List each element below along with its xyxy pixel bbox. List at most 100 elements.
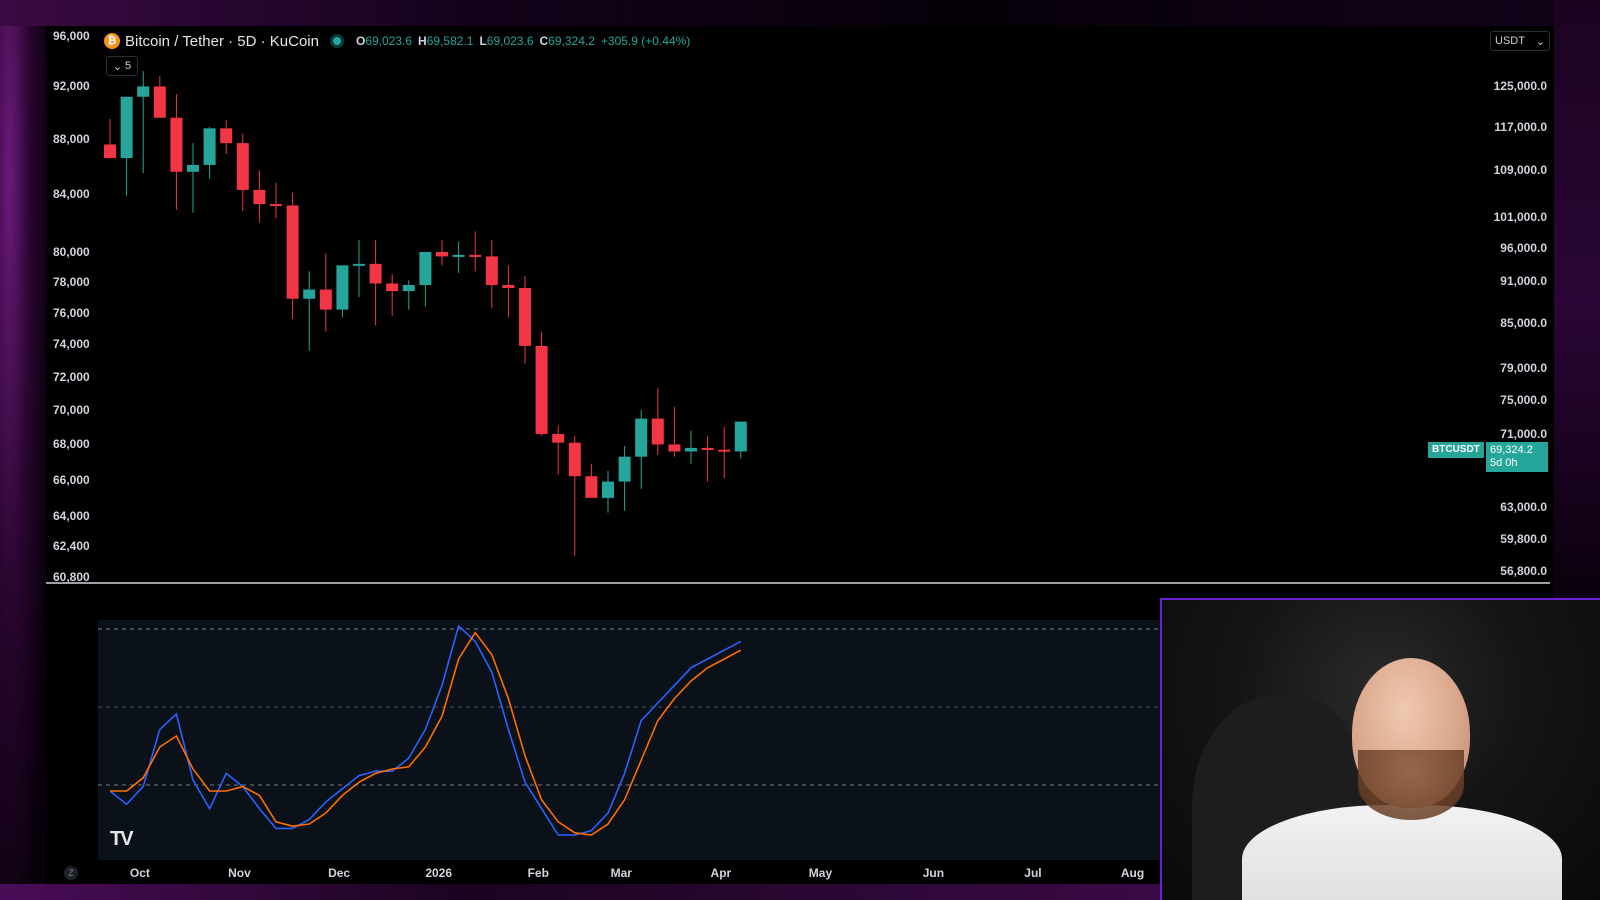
- candle-body: [187, 164, 199, 172]
- candle-body: [353, 263, 365, 266]
- market-status-icon: [332, 37, 341, 45]
- time-axis-tick: 2026: [425, 866, 453, 880]
- open-value: 69,023.6: [365, 34, 413, 48]
- indicator-collapse-button[interactable]: ⌄ 5: [106, 56, 138, 76]
- zoom-icon[interactable]: Z: [64, 866, 78, 880]
- symbol-price-tag: BTCUSDT: [1428, 442, 1484, 458]
- candle-body: [270, 204, 282, 207]
- chevron-down-icon: ⌄: [1535, 35, 1545, 48]
- candle-body: [519, 288, 531, 346]
- candle-body: [303, 289, 316, 299]
- candle-body: [718, 449, 731, 452]
- time-axis-tick: Nov: [228, 866, 251, 880]
- left-axis-tick: 78,000: [53, 274, 90, 289]
- candle-body: [502, 284, 515, 289]
- open-key: O: [355, 34, 366, 48]
- candle-body: [618, 456, 631, 482]
- webcam-overlay: [1160, 598, 1600, 900]
- right-axis-tick: 109,000.0: [1493, 163, 1547, 178]
- time-axis-tick: Dec: [328, 866, 351, 880]
- last-price-value: 69,324.2: [1490, 444, 1533, 456]
- candle-body: [469, 254, 482, 257]
- candle-body: [452, 254, 465, 257]
- candle-body: [701, 447, 714, 450]
- candle-body: [602, 481, 614, 498]
- candle-body: [552, 434, 565, 443]
- candle-body: [120, 96, 133, 159]
- left-axis-tick: 92,000: [53, 79, 90, 94]
- low-key: L: [479, 34, 487, 48]
- high-value: 69,582.1: [426, 34, 474, 48]
- candle-body: [153, 86, 166, 118]
- right-axis-tick: 59,800.0: [1500, 532, 1547, 547]
- candle-body: [585, 476, 598, 498]
- right-axis-tick: 101,000.0: [1493, 210, 1547, 225]
- right-axis-tick: 75,000.0: [1500, 393, 1547, 408]
- left-axis-tick: 84,000: [53, 187, 90, 202]
- right-axis-tick: 71,000.0: [1500, 426, 1547, 441]
- candle-body: [436, 251, 448, 257]
- time-axis-tick: Apr: [710, 866, 732, 880]
- currency-value: USDT: [1495, 35, 1525, 47]
- oscillator-background: [98, 620, 1160, 860]
- left-axis-tick: 70,000: [53, 403, 90, 418]
- candle-body: [668, 444, 681, 452]
- right-axis-tick: 117,000.0: [1494, 119, 1547, 134]
- candle-body: [220, 128, 233, 144]
- candle-body: [651, 418, 664, 445]
- time-axis-tick: May: [808, 866, 833, 880]
- candle-body: [635, 418, 648, 457]
- time-axis-tick: Jul: [1024, 866, 1042, 880]
- symbol-header[interactable]: ₿ Bitcoin / Tether · 5D · KuCoin O 69,023…: [104, 30, 690, 52]
- candle-body: [734, 421, 747, 452]
- candle-body: [535, 345, 548, 435]
- left-axis-tick: 88,000: [53, 132, 90, 147]
- right-axis-tick: 63,000.0: [1500, 500, 1547, 515]
- candle-body: [369, 263, 382, 284]
- close-value: 69,324.2: [548, 34, 595, 48]
- right-axis-tick: 56,800.0: [1500, 564, 1547, 578]
- candle-body: [170, 117, 183, 172]
- candle-body: [685, 447, 697, 452]
- time-axis-tick: Feb: [527, 866, 549, 880]
- candle-body: [137, 86, 150, 97]
- time-axis-tick: Aug: [1120, 866, 1145, 880]
- left-axis-tick: 60,800: [53, 570, 90, 584]
- candle-body: [485, 256, 498, 285]
- left-axis-tick: 62,400: [53, 539, 90, 554]
- tradingview-logo[interactable]: TV: [110, 828, 134, 851]
- presenter-beard: [1358, 750, 1464, 820]
- left-axis-tick: 72,000: [53, 369, 90, 384]
- chevron-down-icon: ⌄: [112, 60, 123, 73]
- right-axis-tick: 91,000.0: [1500, 274, 1547, 289]
- high-key: H: [418, 34, 427, 48]
- candlestick-series: [104, 71, 747, 556]
- bitcoin-icon: ₿: [104, 33, 120, 49]
- close-key: C: [539, 34, 549, 48]
- left-axis-tick: 96,000: [53, 29, 90, 43]
- left-axis-tick: 80,000: [53, 244, 90, 259]
- candle-body: [203, 128, 216, 165]
- left-axis-tick: 76,000: [53, 305, 90, 320]
- right-axis-tick: 79,000.0: [1500, 361, 1547, 376]
- indicator-count: 5: [125, 60, 132, 72]
- low-value: 69,023.6: [486, 34, 534, 48]
- candle-body: [104, 144, 116, 159]
- right-axis-tick: 125,000.0: [1493, 79, 1547, 93]
- right-axis-tick: 96,000.0: [1500, 241, 1547, 256]
- symbol-title[interactable]: Bitcoin / Tether · 5D · KuCoin: [125, 33, 319, 50]
- time-axis-tick: Oct: [129, 866, 150, 880]
- left-axis-tick: 74,000: [53, 337, 90, 352]
- left-axis-tick: 66,000: [53, 472, 90, 487]
- candle-body: [319, 289, 332, 310]
- time-axis-tick: Jun: [922, 866, 945, 880]
- candle-body: [419, 251, 432, 285]
- candle-body: [402, 284, 415, 292]
- left-axis-tick: 64,000: [53, 509, 90, 524]
- candle-body: [336, 265, 349, 310]
- currency-select[interactable]: USDT ⌄: [1490, 31, 1550, 51]
- left-axis-tick: 68,000: [53, 437, 90, 452]
- change-value: +305.9 (+0.44%): [600, 34, 691, 48]
- candle-body: [386, 283, 399, 292]
- last-price-label: 69,324.2 5d 0h: [1486, 442, 1548, 472]
